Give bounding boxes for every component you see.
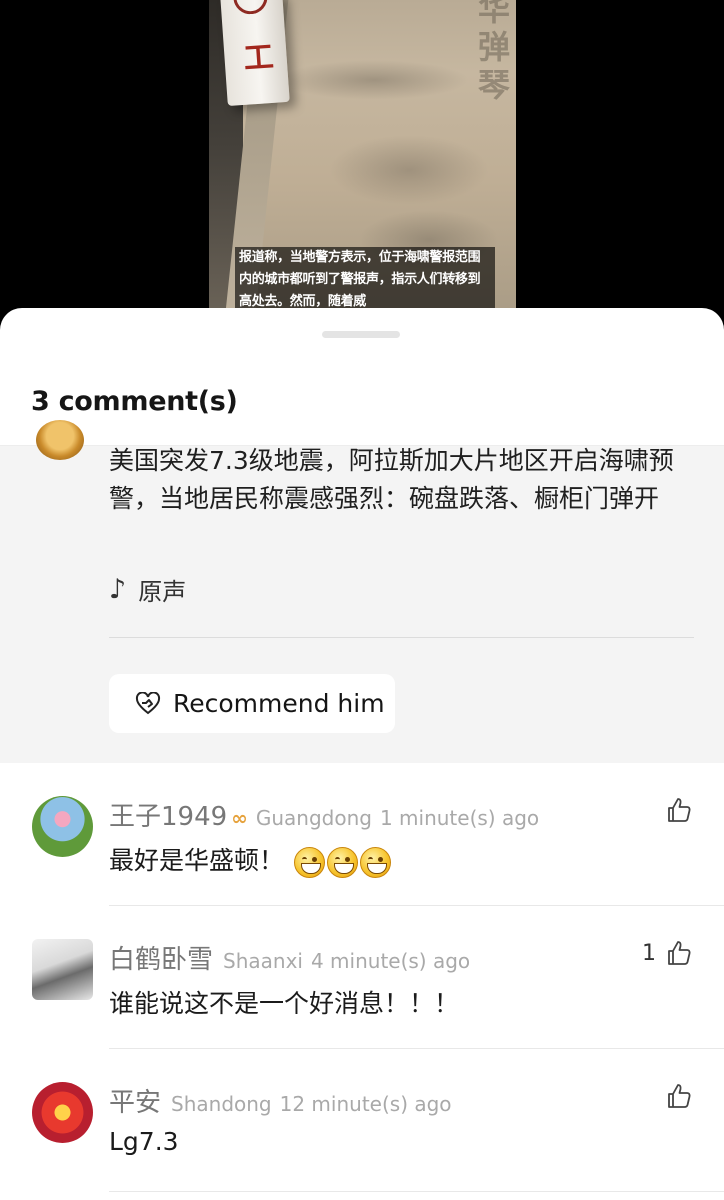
video-ground-stain	[329, 135, 489, 205]
avatar[interactable]	[32, 1082, 93, 1143]
comment-time: 4 minute(s) ago	[310, 949, 471, 973]
commenter-name[interactable]: 王子1949	[109, 796, 227, 833]
post-author-avatar[interactable]	[36, 420, 84, 460]
divider	[109, 637, 694, 638]
divider	[109, 1191, 724, 1192]
like-button[interactable]: 1	[642, 940, 692, 966]
thumbs-up-icon	[668, 941, 691, 965]
avatar[interactable]	[32, 796, 93, 857]
grinning-emoji-icon	[359, 846, 391, 878]
comment-meta: 平安 Shandong 12 minute(s) ago	[109, 1082, 452, 1119]
comment-meta: 王子1949 ∞ Guangdong 1 minute(s) ago	[109, 796, 539, 833]
thumbs-up-icon	[668, 798, 691, 822]
comment-location: Shaanxi	[223, 949, 303, 973]
bollard-marking: 工	[242, 39, 275, 77]
comment-item: 平安 Shandong 12 minute(s) ago Lg7.3	[0, 1049, 724, 1192]
video-player[interactable]: 工 华 弹 琴 报道称，当地警方表示，位于海啸警报范围内的城市都听到了警报声，指…	[0, 0, 724, 330]
video-subtitle: 报道称，当地警方表示，位于海啸警报范围内的城市都听到了警报声，指示人们转移到高处…	[235, 247, 495, 313]
member-badge-icon: ∞	[231, 806, 248, 830]
music-note-icon: ♪	[109, 574, 127, 605]
video-ground-stain	[279, 60, 469, 100]
recommend-label: Recommend him	[173, 689, 385, 718]
post-card: 美国突发7.3级地震，阿拉斯加大片地区开启海啸预警，当地居民称震感强烈：碗盘跌落…	[0, 420, 724, 763]
comment-location: Guangdong	[255, 806, 372, 830]
video-bollard: 工	[220, 0, 290, 107]
comment-time: 12 minute(s) ago	[279, 1092, 452, 1116]
comment-text: Lg7.3	[109, 1127, 179, 1156]
post-title: 美国突发7.3级地震，阿拉斯加大片地区开启海啸预警，当地居民称震感强烈：碗盘跌落…	[109, 446, 674, 513]
commenter-name[interactable]: 白鹤卧雪	[109, 939, 213, 976]
like-count: 1	[642, 940, 656, 966]
like-button[interactable]	[656, 797, 692, 823]
recommend-button[interactable]: Recommend him	[109, 674, 395, 733]
comment-count-title: 3 comment(s)	[31, 386, 238, 417]
original-sound-link[interactable]: ♪ 原声	[109, 572, 186, 607]
avatar[interactable]	[32, 939, 93, 1000]
heart-handshake-icon	[135, 691, 161, 714]
comment-location: Shandong	[171, 1092, 272, 1116]
sheet-drag-handle[interactable]	[322, 331, 400, 338]
thumbs-up-icon	[668, 1084, 691, 1108]
comment-text: 谁能说这不是一个好消息！！！	[109, 989, 460, 1018]
like-button[interactable]	[656, 1083, 692, 1109]
comment-text-content: 最好是华盛顿！	[109, 846, 285, 875]
comment-item: 白鹤卧雪 Shaanxi 4 minute(s) ago 谁能说这不是一个好消息…	[0, 906, 724, 1049]
comment-text: 最好是华盛顿！	[109, 841, 391, 878]
comment-item: 王子1949 ∞ Guangdong 1 minute(s) ago 最好是华盛…	[0, 763, 724, 906]
original-sound-label: 原声	[138, 578, 187, 606]
comment-time: 1 minute(s) ago	[379, 806, 540, 830]
comment-meta: 白鹤卧雪 Shaanxi 4 minute(s) ago	[109, 939, 470, 976]
grinning-emoji-icon	[293, 846, 325, 878]
video-frame[interactable]: 工 华 弹 琴 报道称，当地警方表示，位于海啸警报范围内的城市都听到了警报声，指…	[209, 0, 516, 330]
grinning-emoji-icon	[326, 846, 358, 878]
comment-sheet: 3 comment(s) 美国突发7.3级地震，阿拉斯加大片地区开启海啸预警，当…	[0, 308, 724, 1200]
commenter-name[interactable]: 平安	[109, 1082, 161, 1119]
video-watermark: 华 弹 琴	[477, 0, 510, 104]
bollard-sign	[233, 0, 269, 16]
